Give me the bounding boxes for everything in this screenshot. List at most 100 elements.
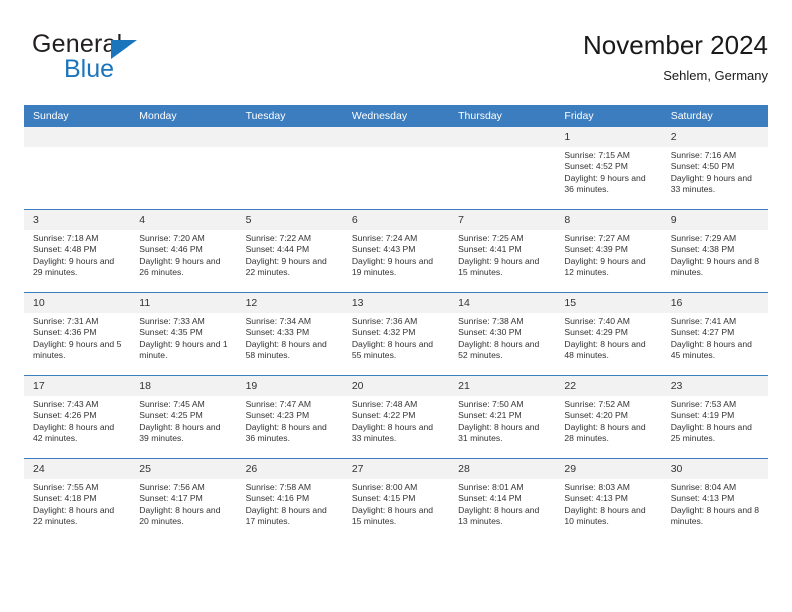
- daylight-text: Daylight: 8 hours and 33 minutes.: [351, 421, 434, 444]
- calendar-day-cell[interactable]: 23 Sunrise: 7:53 AM Sunset: 4:19 PM Dayligh…: [661, 375, 768, 459]
- day-number: [449, 127, 556, 147]
- weekday-header-tuesday: Tuesday: [236, 105, 343, 127]
- day-details: Sunrise: 7:31 AM Sunset: 4:36 PM Daylight:…: [24, 313, 130, 362]
- sunset-text: Sunset: 4:35 PM: [139, 327, 203, 338]
- calendar-day-cell[interactable]: 20 Sunrise: 7:48 AM Sunset: 4:22 PM Dayligh…: [342, 375, 450, 459]
- day-number: 21: [449, 376, 556, 396]
- sunset-text: Sunset: 4:20 PM: [564, 410, 628, 421]
- day-number: [24, 127, 131, 147]
- sunrise-text: Sunrise: 7:24 AM: [351, 233, 418, 243]
- weekday-header-wednesday: Wednesday: [342, 105, 450, 127]
- calendar-day-cell[interactable]: 14 Sunrise: 7:38 AM Sunset: 4:30 PM Dayligh…: [449, 292, 556, 376]
- calendar-day-cell[interactable]: 26 Sunrise: 7:58 AM Sunset: 4:16 PM Dayligh…: [236, 458, 343, 541]
- day-number: [236, 127, 343, 147]
- sunset-text: Sunset: 4:43 PM: [351, 244, 416, 255]
- day-details: Sunrise: 7:18 AM Sunset: 4:48 PM Daylight:…: [24, 230, 130, 279]
- sunrise-text: Sunrise: 7:29 AM: [670, 233, 737, 243]
- calendar-day-cell[interactable]: 27 Sunrise: 8:00 AM Sunset: 4:15 PM Dayligh…: [342, 458, 450, 541]
- sunset-text: Sunset: 4:39 PM: [564, 244, 628, 255]
- calendar-day-cell[interactable]: 19 Sunrise: 7:47 AM Sunset: 4:23 PM Dayligh…: [236, 375, 343, 459]
- calendar-day-cell[interactable]: 21 Sunrise: 7:50 AM Sunset: 4:21 PM Dayligh…: [449, 375, 556, 459]
- calendar-day-cell[interactable]: 18 Sunrise: 7:45 AM Sunset: 4:25 PM Dayligh…: [130, 375, 237, 459]
- day-number: 2: [661, 127, 768, 147]
- sunset-text: Sunset: 4:38 PM: [670, 244, 735, 255]
- day-details: Sunrise: 7:45 AM Sunset: 4:25 PM Daylight:…: [130, 396, 236, 445]
- day-number: 8: [555, 210, 662, 230]
- calendar-day-cell[interactable]: 6 Sunrise: 7:24 AM Sunset: 4:43 PM Daylight…: [342, 209, 450, 293]
- sunset-text: Sunset: 4:21 PM: [458, 410, 522, 421]
- daylight-text: Daylight: 9 hours and 19 minutes.: [351, 255, 434, 278]
- day-number: 11: [130, 293, 237, 313]
- day-number: 4: [130, 210, 237, 230]
- sunset-text: Sunset: 4:13 PM: [564, 493, 628, 504]
- day-details: Sunrise: 7:16 AM Sunset: 4:50 PM Daylight:…: [662, 147, 768, 196]
- sunset-text: Sunset: 4:46 PM: [139, 244, 203, 255]
- day-details: Sunrise: 7:27 AM Sunset: 4:39 PM Daylight:…: [555, 230, 661, 279]
- sunrise-text: Sunrise: 7:27 AM: [564, 233, 630, 243]
- calendar-day-cell[interactable]: 24 Sunrise: 7:55 AM Sunset: 4:18 PM Dayligh…: [24, 458, 131, 541]
- calendar-day-cell[interactable]: 2 Sunrise: 7:16 AM Sunset: 4:50 PM Daylight…: [661, 127, 768, 210]
- day-details: Sunrise: 7:22 AM Sunset: 4:44 PM Daylight:…: [237, 230, 343, 279]
- sunrise-text: Sunrise: 7:15 AM: [564, 150, 630, 160]
- sunrise-text: Sunrise: 7:43 AM: [33, 399, 99, 409]
- calendar-day-cell[interactable]: 13 Sunrise: 7:36 AM Sunset: 4:32 PM Dayligh…: [342, 292, 450, 376]
- calendar-day-cell[interactable]: 22 Sunrise: 7:52 AM Sunset: 4:20 PM Dayligh…: [555, 375, 662, 459]
- calendar-day-cell[interactable]: 25 Sunrise: 7:56 AM Sunset: 4:17 PM Dayligh…: [130, 458, 237, 541]
- calendar-page: General Blue November 2024 Sehlem, Germa…: [0, 0, 792, 612]
- daylight-text: Daylight: 9 hours and 33 minutes.: [670, 172, 752, 195]
- sunrise-text: Sunrise: 7:41 AM: [670, 316, 737, 326]
- brand-logo[interactable]: General Blue: [32, 30, 252, 92]
- calendar-day-cell[interactable]: 10 Sunrise: 7:31 AM Sunset: 4:36 PM Dayligh…: [24, 292, 131, 376]
- calendar-day-cell[interactable]: 4 Sunrise: 7:20 AM Sunset: 4:46 PM Daylight…: [130, 209, 237, 293]
- day-details: Sunrise: 8:03 AM Sunset: 4:13 PM Daylight:…: [555, 479, 661, 528]
- daylight-text: Daylight: 8 hours and 10 minutes.: [564, 504, 646, 527]
- calendar-day-cell[interactable]: 1 Sunrise: 7:15 AM Sunset: 4:52 PM Daylight…: [555, 127, 662, 210]
- daylight-text: Daylight: 8 hours and 8 minutes.: [670, 504, 760, 527]
- calendar-day-cell[interactable]: 12 Sunrise: 7:34 AM Sunset: 4:33 PM Dayligh…: [236, 292, 343, 376]
- sunset-text: Sunset: 4:30 PM: [458, 327, 522, 338]
- sunset-text: Sunset: 4:19 PM: [670, 410, 735, 421]
- daylight-text: Daylight: 8 hours and 55 minutes.: [351, 338, 434, 361]
- page-subtitle: Sehlem, Germany: [663, 68, 768, 83]
- weekday-header-friday: Friday: [555, 105, 662, 127]
- sunrise-text: Sunrise: 7:48 AM: [351, 399, 418, 409]
- daylight-text: Daylight: 8 hours and 48 minutes.: [564, 338, 646, 361]
- sunset-text: Sunset: 4:25 PM: [139, 410, 203, 421]
- day-details: Sunrise: 8:04 AM Sunset: 4:13 PM Daylight:…: [662, 479, 768, 528]
- day-details: Sunrise: 7:15 AM Sunset: 4:52 PM Daylight:…: [555, 147, 661, 196]
- sunset-text: Sunset: 4:29 PM: [564, 327, 628, 338]
- calendar-body: 1 Sunrise: 7:15 AM Sunset: 4:52 PM Daylight…: [24, 127, 768, 541]
- day-number: 24: [24, 459, 131, 479]
- calendar-day-cell[interactable]: 5 Sunrise: 7:22 AM Sunset: 4:44 PM Daylight…: [236, 209, 343, 293]
- calendar-day-cell[interactable]: 3 Sunrise: 7:18 AM Sunset: 4:48 PM Daylight…: [24, 209, 131, 293]
- weekday-header-monday: Monday: [130, 105, 237, 127]
- daylight-text: Daylight: 8 hours and 31 minutes.: [458, 421, 540, 444]
- sunrise-text: Sunrise: 8:00 AM: [351, 482, 418, 492]
- calendar-day-cell[interactable]: 15 Sunrise: 7:40 AM Sunset: 4:29 PM Dayligh…: [555, 292, 662, 376]
- calendar-day-cell[interactable]: 11 Sunrise: 7:33 AM Sunset: 4:35 PM Dayligh…: [130, 292, 237, 376]
- daylight-text: Daylight: 8 hours and 17 minutes.: [245, 504, 327, 527]
- day-details: Sunrise: 7:33 AM Sunset: 4:35 PM Daylight:…: [130, 313, 236, 362]
- calendar-day-cell[interactable]: 16 Sunrise: 7:41 AM Sunset: 4:27 PM Dayligh…: [661, 292, 768, 376]
- daylight-text: Daylight: 8 hours and 22 minutes.: [33, 504, 115, 527]
- calendar-day-cell[interactable]: 7 Sunrise: 7:25 AM Sunset: 4:41 PM Daylight…: [449, 209, 556, 293]
- sunrise-text: Sunrise: 7:34 AM: [245, 316, 312, 326]
- calendar-day-cell[interactable]: 17 Sunrise: 7:43 AM Sunset: 4:26 PM Dayligh…: [24, 375, 131, 459]
- daylight-text: Daylight: 8 hours and 13 minutes.: [458, 504, 540, 527]
- daylight-text: Daylight: 8 hours and 20 minutes.: [139, 504, 221, 527]
- calendar-day-cell[interactable]: 28 Sunrise: 8:01 AM Sunset: 4:14 PM Dayligh…: [449, 458, 556, 541]
- daylight-text: Daylight: 9 hours and 26 minutes.: [139, 255, 221, 278]
- calendar-day-cell[interactable]: 8 Sunrise: 7:27 AM Sunset: 4:39 PM Daylight…: [555, 209, 662, 293]
- sunrise-text: Sunrise: 7:33 AM: [139, 316, 205, 326]
- calendar-day-cell[interactable]: 30 Sunrise: 8:04 AM Sunset: 4:13 PM Dayligh…: [661, 458, 768, 541]
- daylight-text: Daylight: 8 hours and 42 minutes.: [33, 421, 115, 444]
- calendar-day-cell[interactable]: 9 Sunrise: 7:29 AM Sunset: 4:38 PM Daylight…: [661, 209, 768, 293]
- day-number: 16: [661, 293, 768, 313]
- calendar-day-cell[interactable]: 29 Sunrise: 8:03 AM Sunset: 4:13 PM Dayligh…: [555, 458, 662, 541]
- daylight-text: Daylight: 9 hours and 29 minutes.: [33, 255, 115, 278]
- day-number: 3: [24, 210, 131, 230]
- sunrise-text: Sunrise: 7:45 AM: [139, 399, 205, 409]
- day-number: 7: [449, 210, 556, 230]
- day-number: 6: [342, 210, 450, 230]
- calendar-week-row: 10 Sunrise: 7:31 AM Sunset: 4:36 PM Dayligh…: [24, 292, 768, 376]
